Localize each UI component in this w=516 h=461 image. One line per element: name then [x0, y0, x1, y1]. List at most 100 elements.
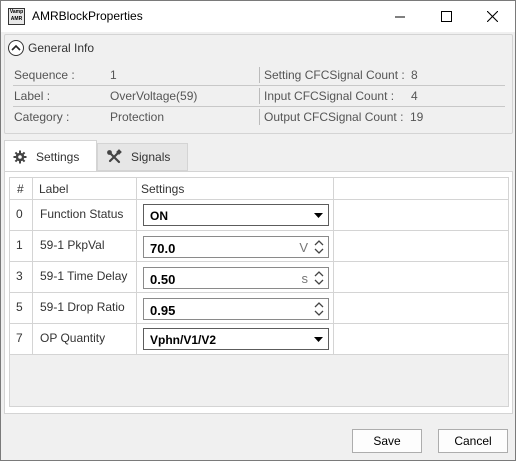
row-num: 3	[16, 269, 23, 283]
amr-block-properties-window: Vamp AMR AMRBlockProperties General Info…	[0, 0, 516, 461]
header-settings: Settings	[141, 182, 185, 196]
row-label: 59-1 Drop Ratio	[40, 300, 125, 314]
tab-strip: Settings Signals	[1, 140, 515, 172]
row-num: 7	[16, 331, 23, 345]
cell-divider	[32, 200, 33, 231]
row-label: Function Status	[40, 207, 124, 221]
cell-divider	[136, 200, 137, 231]
cell-divider	[333, 231, 334, 262]
row-num: 0	[16, 207, 23, 221]
settings-panel: # Label Settings 0 Function Status ON 1 …	[4, 171, 513, 414]
pkpval-stepper[interactable]: 70.0 V	[143, 236, 329, 258]
app-icon-text-bottom: AMR	[10, 16, 23, 22]
info-row-label: Label : OverVoltage(59) Input CFCSignal …	[13, 86, 505, 107]
header-num: #	[17, 182, 24, 196]
category-value: Protection	[110, 110, 165, 124]
cell-divider	[32, 324, 33, 355]
sequence-value: 1	[110, 68, 117, 82]
tools-icon	[106, 149, 122, 165]
app-icon-text-top: Vamp	[9, 9, 24, 15]
minimize-icon	[395, 16, 405, 17]
general-info-table: Sequence : 1 Setting CFCSignal Count : 8…	[13, 65, 505, 128]
cell-divider	[333, 262, 334, 293]
input-cfc-count-value: 4	[411, 89, 418, 103]
input-cfc-count-label: Input CFCSignal Count :	[264, 89, 395, 103]
dropdown-arrow-icon[interactable]	[308, 205, 328, 225]
cell-divider	[136, 262, 137, 293]
op-quantity-value: Vphn/V1/V2	[150, 333, 217, 347]
tab-settings[interactable]: Settings	[4, 140, 97, 172]
setting-cfc-count-label: Setting CFCSignal Count :	[264, 68, 405, 82]
tab-settings-label: Settings	[36, 149, 80, 164]
row-label: 59-1 Time Delay	[40, 269, 128, 283]
grid-header: # Label Settings	[10, 178, 508, 200]
maximize-icon	[440, 11, 452, 22]
function-status-value: ON	[150, 209, 168, 223]
table-row: 1 59-1 PkpVal 70.0 V	[10, 231, 508, 262]
cancel-button[interactable]: Cancel	[438, 429, 508, 453]
row-label: OP Quantity	[40, 331, 106, 345]
function-status-select[interactable]: ON	[143, 204, 329, 226]
table-row: 0 Function Status ON	[10, 200, 508, 231]
cell-divider	[333, 293, 334, 324]
cell-divider	[333, 324, 334, 355]
pkpval-value: 70.0	[150, 241, 176, 256]
op-quantity-select[interactable]: Vphn/V1/V2	[143, 328, 329, 350]
info-divider	[259, 88, 260, 104]
sequence-label: Sequence :	[14, 68, 75, 82]
minimize-button[interactable]	[377, 1, 423, 32]
gear-icon	[13, 150, 27, 164]
row-num: 1	[16, 238, 23, 252]
title-bar: Vamp AMR AMRBlockProperties	[1, 1, 515, 32]
cell-divider	[136, 324, 137, 355]
tab-signals[interactable]: Signals	[97, 143, 188, 171]
cell-divider	[32, 293, 33, 324]
row-num: 5	[16, 300, 23, 314]
spin-arrows-icon[interactable]	[312, 238, 326, 256]
cell-divider	[333, 200, 334, 231]
table-row: 7 OP Quantity Vphn/V1/V2	[10, 324, 508, 355]
col-divider	[32, 178, 33, 200]
output-cfc-count-value: 19	[410, 110, 424, 124]
close-button[interactable]	[469, 1, 515, 32]
spin-arrows-icon[interactable]	[312, 300, 326, 318]
info-row-category: Category : Protection Output CFCSignal C…	[13, 107, 505, 128]
settings-grid: # Label Settings 0 Function Status ON 1 …	[9, 177, 509, 407]
time-delay-stepper[interactable]: 0.50 s	[143, 267, 329, 289]
output-cfc-count-label: Output CFCSignal Count :	[264, 110, 404, 124]
pkpval-unit: V	[299, 240, 308, 255]
spin-arrows-icon[interactable]	[312, 269, 326, 287]
label-label: Label :	[14, 89, 51, 103]
header-label: Label	[39, 182, 69, 196]
category-label: Category :	[14, 110, 70, 124]
setting-cfc-count-value: 8	[411, 68, 418, 82]
drop-ratio-value: 0.95	[150, 303, 176, 318]
info-divider	[259, 67, 260, 83]
general-info-group: General Info Sequence : 1 Setting CFCSig…	[4, 34, 513, 134]
close-icon	[486, 11, 498, 22]
cell-divider	[32, 262, 33, 293]
window-title: AMRBlockProperties	[32, 9, 143, 23]
info-divider	[259, 109, 260, 125]
general-info-header[interactable]: General Info	[8, 40, 94, 56]
drop-ratio-stepper[interactable]: 0.95	[143, 298, 329, 320]
cell-divider	[136, 293, 137, 324]
time-delay-unit: s	[301, 271, 309, 286]
general-info-title: General Info	[28, 41, 95, 55]
time-delay-value: 0.50	[150, 272, 176, 287]
table-row: 5 59-1 Drop Ratio 0.95	[10, 293, 508, 324]
row-label: 59-1 PkpVal	[40, 238, 105, 252]
cell-divider	[136, 231, 137, 262]
cell-divider	[32, 231, 33, 262]
label-value: OverVoltage(59)	[110, 89, 198, 103]
dropdown-arrow-icon[interactable]	[308, 329, 328, 349]
app-icon: Vamp AMR	[8, 8, 25, 25]
chevron-up-icon[interactable]	[8, 40, 24, 56]
maximize-button[interactable]	[423, 1, 469, 32]
table-row: 3 59-1 Time Delay 0.50 s	[10, 262, 508, 293]
tab-signals-label: Signals	[131, 150, 171, 164]
col-divider	[136, 178, 137, 200]
save-button[interactable]: Save	[352, 429, 422, 453]
info-row-sequence: Sequence : 1 Setting CFCSignal Count : 8	[13, 65, 505, 86]
col-divider	[333, 178, 334, 200]
